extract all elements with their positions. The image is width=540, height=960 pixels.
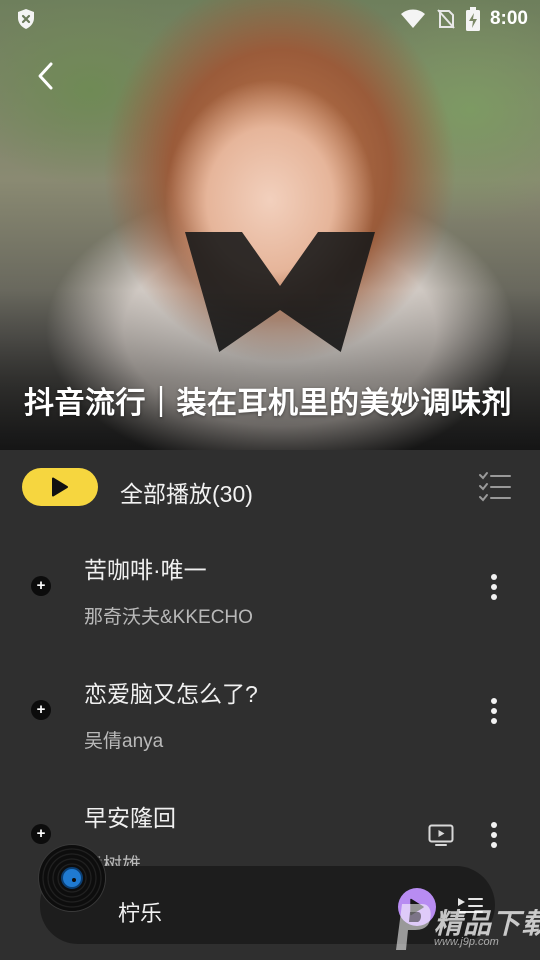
more-dot <box>491 574 497 580</box>
vinyl-disc-icon[interactable] <box>39 845 105 911</box>
wifi-icon <box>400 9 425 28</box>
play-icon <box>410 898 424 916</box>
playlist-title: 抖音流行｜装在耳机里的美妙调味剂 <box>24 387 512 420</box>
cover-gradient-shade <box>0 290 540 450</box>
add-song-icon[interactable]: + <box>31 700 51 720</box>
play-icon <box>52 477 68 497</box>
disc-hole <box>72 878 76 882</box>
more-dot <box>491 718 497 724</box>
queue-icon[interactable] <box>456 894 484 916</box>
shield-x-icon <box>18 9 34 29</box>
song-artist: 那奇沃夫&KKECHO <box>84 607 253 628</box>
music-video-icon[interactable] <box>428 824 454 846</box>
more-dot <box>491 842 497 848</box>
more-options-icon[interactable] <box>482 696 506 726</box>
more-options-icon[interactable] <box>482 572 506 602</box>
play-all-button[interactable] <box>22 468 98 506</box>
song-title: 恋爱脑又怎么了? <box>84 681 258 707</box>
back-button[interactable] <box>26 56 66 96</box>
status-bar: 8:00 <box>0 0 540 38</box>
battery-charging-icon <box>465 7 480 31</box>
checklist-icon[interactable] <box>476 470 512 504</box>
status-time: 8:00 <box>489 8 528 29</box>
now-playing-title[interactable]: 柠乐 <box>118 896 162 928</box>
more-options-icon[interactable] <box>482 820 506 850</box>
disc-label <box>61 867 83 889</box>
more-dot <box>491 698 497 704</box>
more-dot <box>491 584 497 590</box>
play-all-label[interactable]: 全部播放(30) <box>120 475 253 509</box>
more-dot <box>491 822 497 828</box>
song-row[interactable]: + 苦咖啡·唯一 那奇沃夫&KKECHO <box>0 536 540 646</box>
more-dot <box>491 708 497 714</box>
song-artist: 吴倩anya <box>84 731 164 752</box>
more-dot <box>491 594 497 600</box>
status-right-group: 8:00 <box>400 7 528 31</box>
song-title: 早安隆回 <box>84 805 176 831</box>
more-dot <box>491 832 497 838</box>
chevron-left-icon <box>38 62 53 90</box>
add-song-icon[interactable]: + <box>31 576 51 596</box>
mini-play-button[interactable] <box>398 888 436 926</box>
song-title: 苦咖啡·唯一 <box>84 557 207 583</box>
play-all-row: 全部播放(30) <box>0 466 540 510</box>
add-song-icon[interactable]: + <box>31 824 51 844</box>
no-sim-icon <box>437 9 455 29</box>
song-row[interactable]: + 恋爱脑又怎么了? 吴倩anya <box>0 660 540 770</box>
